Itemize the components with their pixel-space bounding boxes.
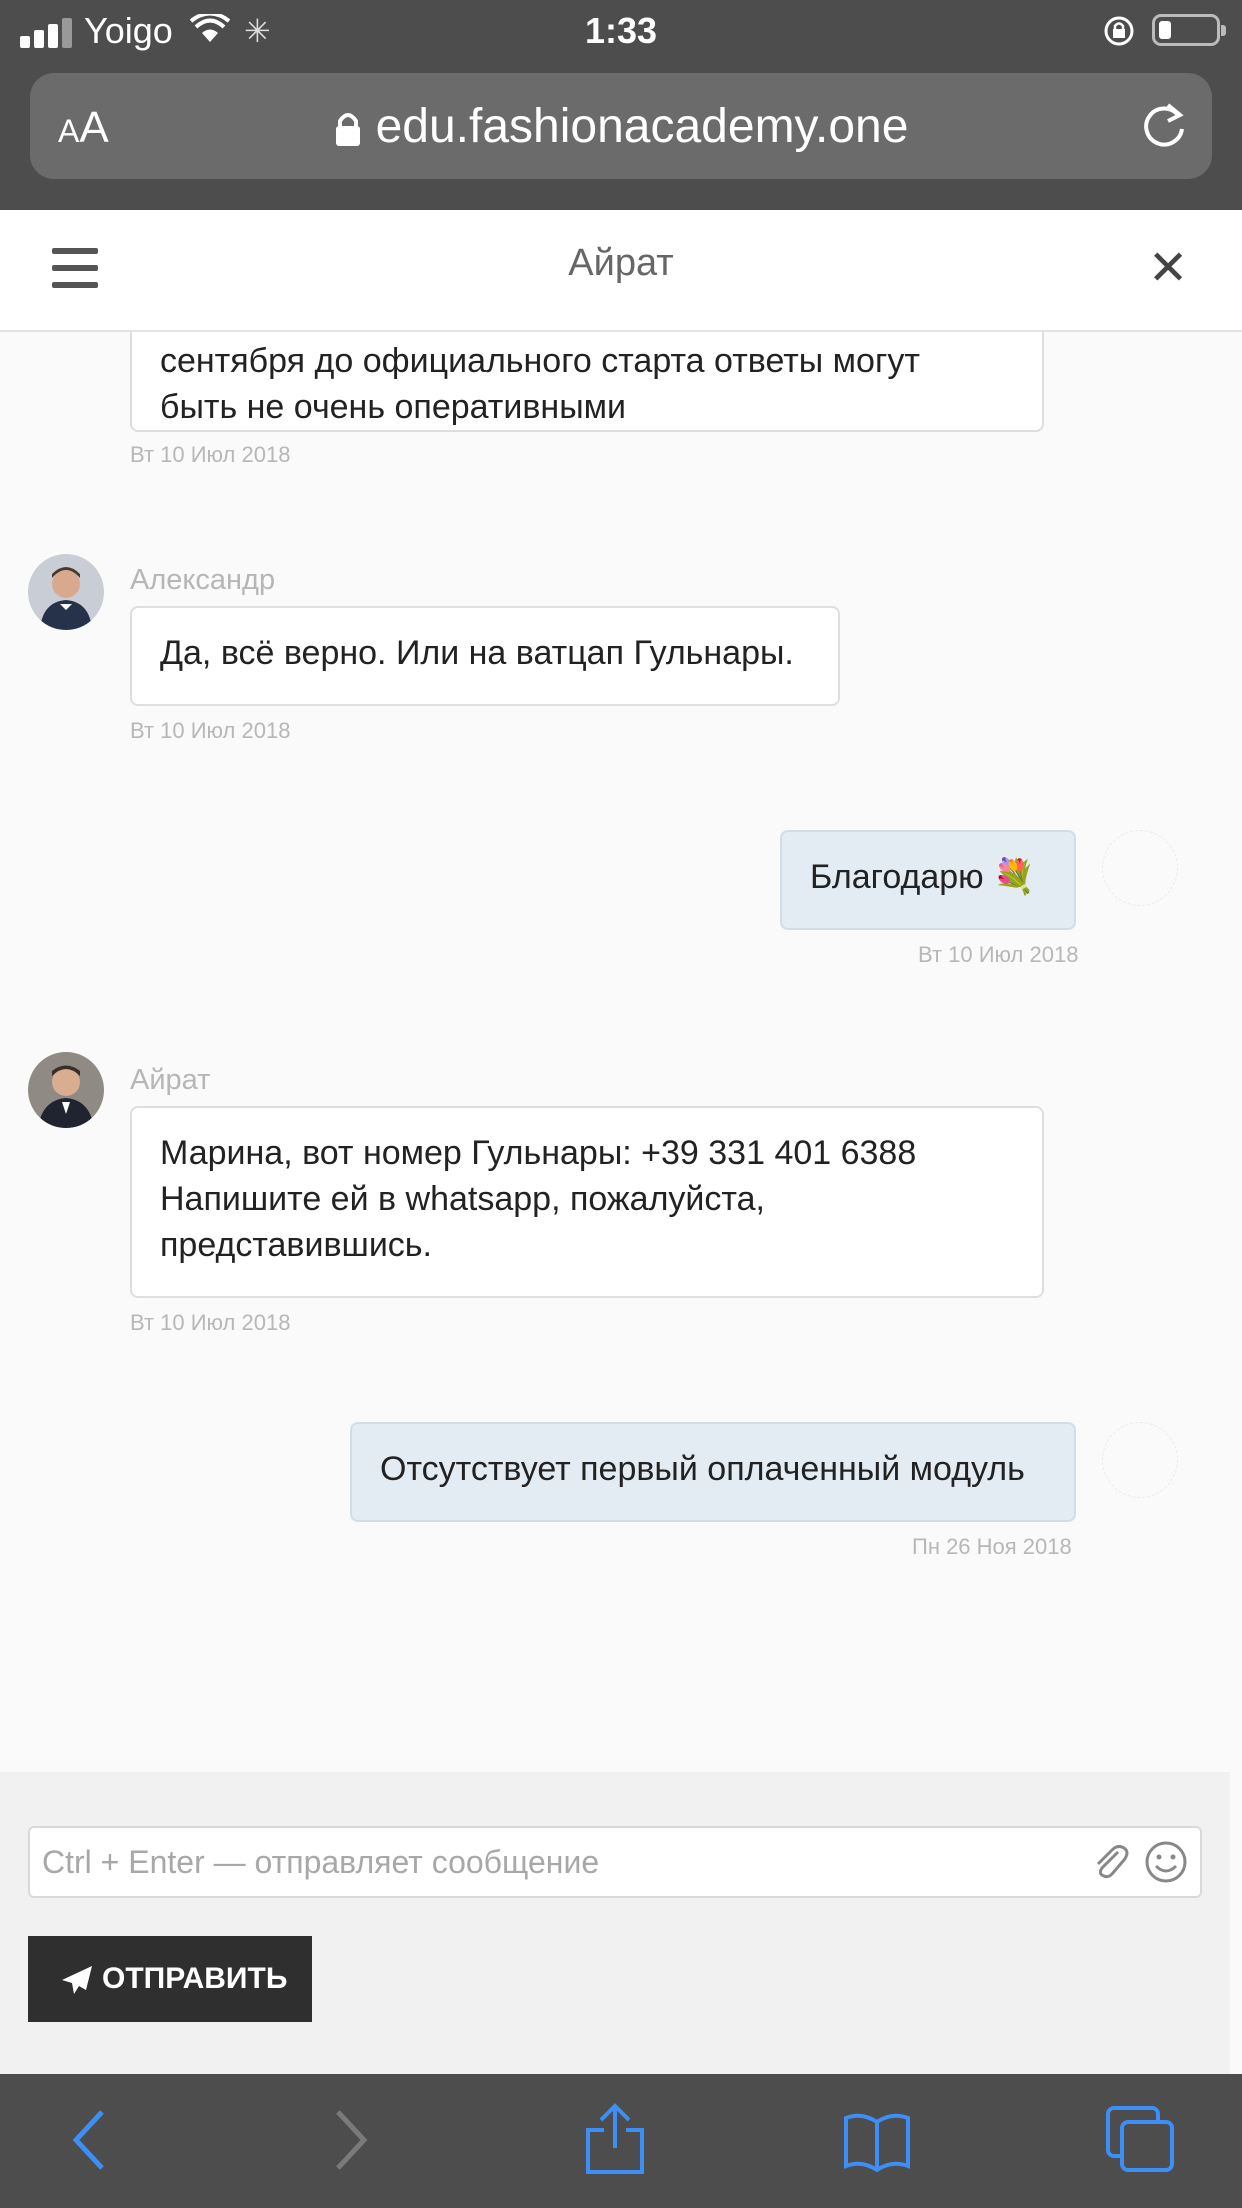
message-composer: ОТПРАВИТЬ — [0, 1772, 1230, 2074]
close-icon[interactable]: ✕ — [1148, 240, 1188, 296]
browser-chrome: Yoigo ✳ 1:33 AA edu.fashionacademy.one — [0, 0, 1242, 210]
message-input[interactable] — [40, 1836, 1074, 1888]
status-bar: Yoigo ✳ 1:33 — [0, 0, 1242, 62]
message-date: Пн 26 Ноя 2018 — [912, 1534, 1072, 1559]
avatar[interactable] — [28, 554, 104, 630]
paper-plane-icon — [62, 1966, 92, 1995]
rotation-lock-icon — [1104, 16, 1134, 46]
own-avatar — [1102, 830, 1178, 906]
send-button-label: ОТПРАВИТЬ — [102, 1961, 288, 1995]
send-button[interactable]: ОТПРАВИТЬ — [28, 1936, 312, 2022]
message-input-box[interactable] — [28, 1826, 1202, 1898]
message-date: Вт 10 Июл 2018 — [130, 1310, 291, 1335]
tabs-icon[interactable] — [1104, 2104, 1178, 2174]
message-bubble-own: Отсутствует первый оплаченный модуль — [350, 1422, 1076, 1522]
lock-icon — [335, 113, 360, 147]
avatar[interactable] — [28, 1052, 104, 1128]
sender-name: Айрат — [130, 1064, 211, 1096]
share-icon[interactable] — [584, 2102, 646, 2176]
own-avatar — [1102, 1422, 1178, 1498]
message-date: Вт 10 Июл 2018 — [130, 442, 291, 467]
message-bubble-own: Благодарю 💐 — [780, 830, 1076, 930]
chat-title: Айрат — [568, 242, 674, 284]
bookmarks-icon[interactable] — [842, 2112, 912, 2172]
message-date: Вт 10 Июл 2018 — [130, 718, 291, 743]
browser-toolbar — [0, 2074, 1242, 2208]
reload-icon[interactable] — [1138, 99, 1190, 151]
message-date: Вт 10 Июл 2018 — [918, 942, 1079, 967]
message-bubble: Марина, вот номер Гульнары: +39 331 401 … — [130, 1106, 1044, 1298]
status-time: 1:33 — [584, 10, 658, 51]
paperclip-icon[interactable] — [1090, 1842, 1130, 1882]
forward-icon[interactable] — [330, 2108, 370, 2172]
message-bubble: сентября до официального старта ответы м… — [130, 332, 1044, 432]
sender-name: Александр — [130, 564, 276, 596]
message-list[interactable]: сентября до официального старта ответы м… — [0, 332, 1242, 1772]
chat-header: Айрат ✕ — [0, 210, 1242, 332]
url-text: edu.fashionacademy.one — [375, 100, 909, 153]
address-bar[interactable]: AA edu.fashionacademy.one — [30, 73, 1212, 179]
emoji-icon[interactable] — [1144, 1840, 1188, 1884]
back-icon[interactable] — [70, 2108, 110, 2172]
message-bubble: Да, всё верно. Или на ватцап Гульнары. — [130, 606, 840, 706]
battery-icon — [1152, 14, 1226, 46]
